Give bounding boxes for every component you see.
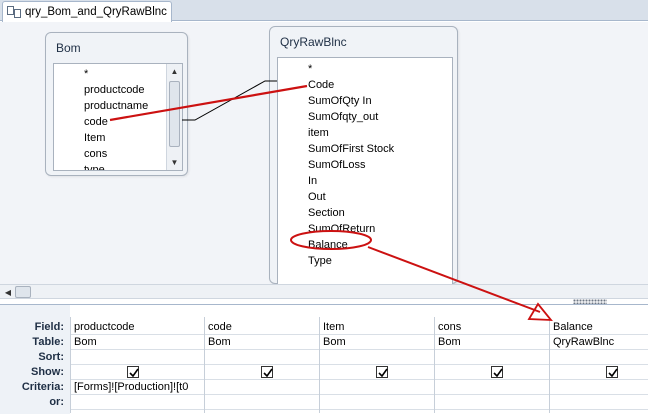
grid-show-cell[interactable] bbox=[550, 365, 648, 380]
checkmark-icon bbox=[129, 368, 139, 378]
scroll-left-icon[interactable]: ◀ bbox=[2, 286, 14, 298]
row-label-show: Show: bbox=[31, 366, 64, 378]
grid-show-cell[interactable] bbox=[320, 365, 434, 380]
field-bom-productname[interactable]: productname bbox=[84, 98, 148, 114]
grid-sort-cell[interactable] bbox=[435, 350, 549, 365]
grid-sort-cell[interactable] bbox=[550, 350, 648, 365]
query-icon bbox=[7, 6, 21, 18]
grid-sort-cell[interactable] bbox=[71, 350, 204, 365]
row-label-or: or: bbox=[49, 396, 64, 408]
grid-column[interactable]: productcode Bom [Forms]![Production]![t0 bbox=[70, 317, 204, 413]
show-checkbox[interactable] bbox=[376, 366, 388, 378]
grid-field-cell[interactable]: productcode bbox=[71, 320, 204, 335]
scroll-thumb[interactable] bbox=[169, 81, 180, 147]
table-qryrawblnc-field-list[interactable]: * Code SumOfQty In SumOfqty_out item Sum… bbox=[277, 57, 453, 287]
field-qry-balance[interactable]: Balance bbox=[308, 237, 348, 253]
grid-table-cell[interactable]: Bom bbox=[435, 335, 549, 350]
grid-field-cell[interactable]: code bbox=[205, 320, 319, 335]
field-qry-sumofloss[interactable]: SumOfLoss bbox=[308, 157, 365, 173]
grid-show-cell[interactable] bbox=[205, 365, 319, 380]
field-qry-sumofqty-out[interactable]: SumOfqty_out bbox=[308, 109, 378, 125]
show-checkbox[interactable] bbox=[261, 366, 273, 378]
grid-criteria-cell[interactable]: [Forms]![Production]![t0 bbox=[71, 380, 204, 395]
table-bom-field-list[interactable]: * productcode productname code Item cons… bbox=[53, 63, 183, 171]
grid-table-cell[interactable]: Bom bbox=[71, 335, 204, 350]
field-bom-type[interactable]: type bbox=[84, 162, 105, 170]
table-qryrawblnc-title: QryRawBlnc bbox=[280, 35, 347, 49]
field-qry-out[interactable]: Out bbox=[308, 189, 326, 205]
grid-table-cell[interactable]: QryRawBlnc bbox=[550, 335, 648, 350]
design-horizontal-scrollbar[interactable]: ◀ bbox=[0, 284, 648, 299]
grid-criteria-cell[interactable] bbox=[320, 380, 434, 395]
grid-column[interactable]: Balance QryRawBlnc bbox=[549, 317, 648, 413]
field-qry-type[interactable]: Type bbox=[308, 253, 332, 269]
grid-criteria-cell[interactable] bbox=[205, 380, 319, 395]
show-checkbox[interactable] bbox=[127, 366, 139, 378]
grid-field-cell[interactable]: cons bbox=[435, 320, 549, 335]
grid-field-cell[interactable]: Balance bbox=[550, 320, 648, 335]
field-qry-sumofreturn[interactable]: SumOfReturn bbox=[308, 221, 375, 237]
field-bom-code[interactable]: code bbox=[84, 114, 108, 130]
checkmark-icon bbox=[608, 368, 618, 378]
field-qry-section[interactable]: Section bbox=[308, 205, 345, 221]
grid-sort-cell[interactable] bbox=[320, 350, 434, 365]
grid-criteria-cell[interactable] bbox=[550, 380, 648, 395]
table-bom-scrollbar[interactable]: ▲ ▼ bbox=[166, 64, 182, 170]
query-design-surface[interactable]: Bom * productcode productname code Item … bbox=[0, 22, 648, 287]
scroll-thumb[interactable] bbox=[15, 286, 31, 298]
field-bom-cons[interactable]: cons bbox=[84, 146, 107, 162]
grid-column[interactable]: cons Bom bbox=[434, 317, 549, 413]
checkmark-icon bbox=[263, 368, 273, 378]
field-qry-star[interactable]: * bbox=[308, 61, 312, 77]
field-qry-item[interactable]: item bbox=[308, 125, 329, 141]
document-tab-bar: qry_Bom_and_QryRawBlnc bbox=[0, 0, 648, 22]
table-qryrawblnc[interactable]: QryRawBlnc * Code SumOfQty In SumOfqty_o… bbox=[269, 26, 458, 287]
show-checkbox[interactable] bbox=[606, 366, 618, 378]
query-tab-label: qry_Bom_and_QryRawBlnc bbox=[25, 6, 167, 18]
field-bom-item[interactable]: Item bbox=[84, 130, 105, 146]
checkmark-icon bbox=[493, 368, 503, 378]
grid-or-cell[interactable] bbox=[435, 395, 549, 410]
field-qry-sumoffirst-stock[interactable]: SumOfFirst Stock bbox=[308, 141, 394, 157]
scroll-down-icon[interactable]: ▼ bbox=[167, 155, 182, 170]
row-label-field: Field: bbox=[34, 321, 64, 333]
field-bom-productcode[interactable]: productcode bbox=[84, 82, 145, 98]
table-bom[interactable]: Bom * productcode productname code Item … bbox=[45, 32, 188, 176]
field-qry-in[interactable]: In bbox=[308, 173, 317, 189]
field-qry-sumofqty-in[interactable]: SumOfQty In bbox=[308, 93, 372, 109]
row-label-table: Table: bbox=[32, 336, 64, 348]
scroll-up-icon[interactable]: ▲ bbox=[167, 64, 182, 79]
field-bom-star[interactable]: * bbox=[84, 66, 88, 82]
grid-show-cell[interactable] bbox=[435, 365, 549, 380]
grid-column[interactable]: code Bom bbox=[204, 317, 319, 413]
grid-sort-cell[interactable] bbox=[205, 350, 319, 365]
field-qry-code[interactable]: Code bbox=[308, 77, 334, 93]
grid-table-cell[interactable]: Bom bbox=[205, 335, 319, 350]
grid-or-cell[interactable] bbox=[550, 395, 648, 410]
grid-criteria-cell[interactable] bbox=[435, 380, 549, 395]
grid-or-cell[interactable] bbox=[71, 395, 204, 410]
show-checkbox[interactable] bbox=[491, 366, 503, 378]
grid-table-cell[interactable]: Bom bbox=[320, 335, 434, 350]
row-label-criteria: Criteria: bbox=[21, 381, 64, 393]
grid-field-cell[interactable]: Item bbox=[320, 320, 434, 335]
checkmark-icon bbox=[378, 368, 388, 378]
grid-column[interactable]: Item Bom bbox=[319, 317, 434, 413]
row-label-sort: Sort: bbox=[38, 351, 64, 363]
grid-show-cell[interactable] bbox=[71, 365, 204, 380]
grid-or-cell[interactable] bbox=[320, 395, 434, 410]
grid-row-labels: Field: Table: Sort: Show: Criteria: or: bbox=[0, 305, 70, 414]
grid-or-cell[interactable] bbox=[205, 395, 319, 410]
query-design-grid[interactable]: Field: Table: Sort: Show: Criteria: or: … bbox=[0, 304, 648, 414]
query-tab[interactable]: qry_Bom_and_QryRawBlnc bbox=[2, 1, 172, 22]
table-bom-title: Bom bbox=[56, 41, 81, 55]
